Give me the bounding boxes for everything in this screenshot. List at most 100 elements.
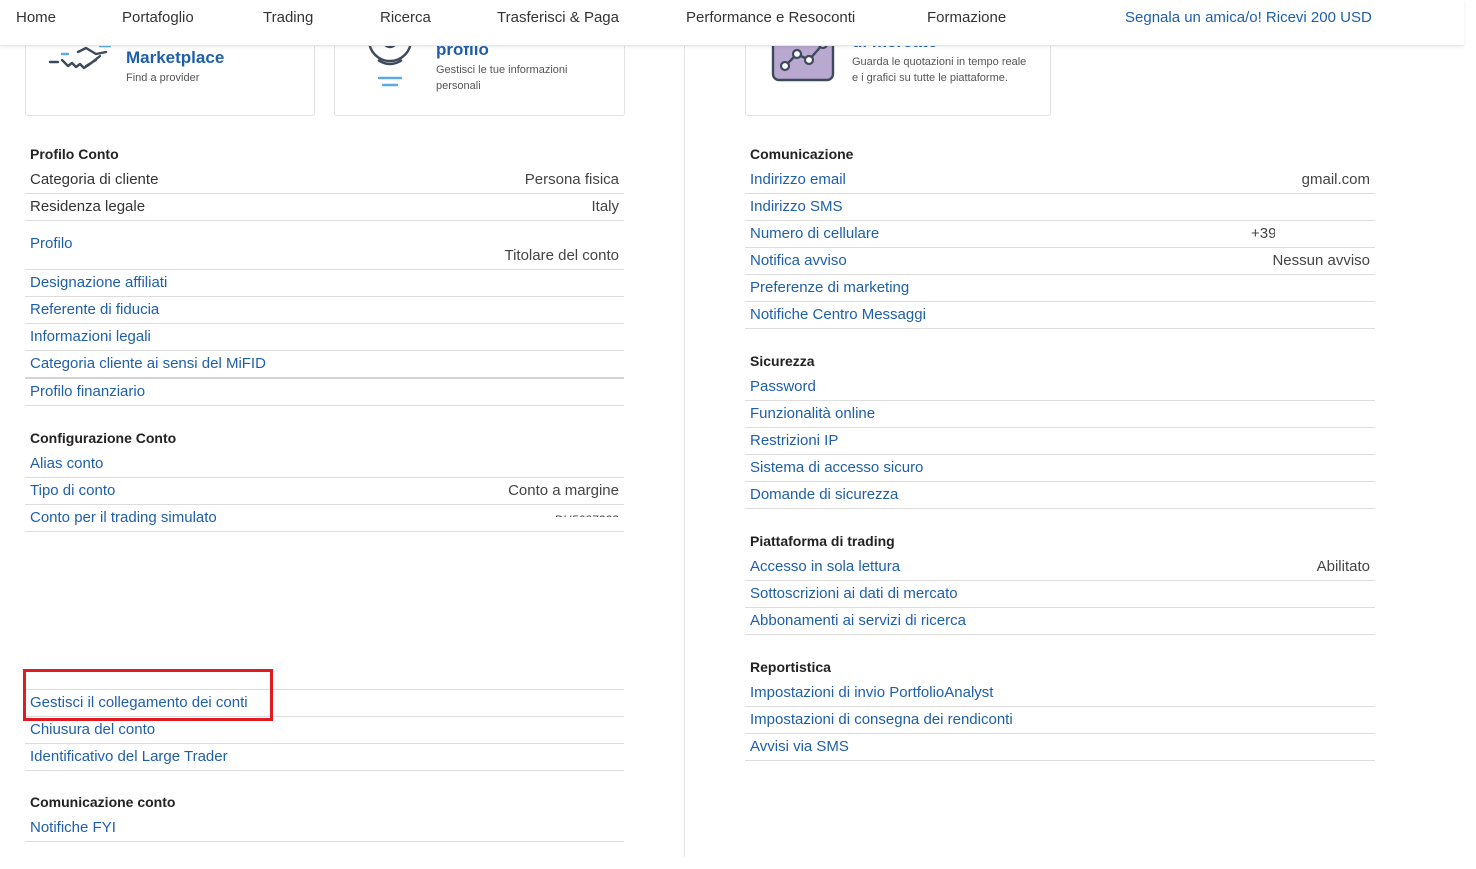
indirizzo-email-link[interactable]: Indirizzo email bbox=[750, 167, 846, 193]
abbonamenti-ricerca-link[interactable]: Abbonamenti ai servizi di ricerca bbox=[750, 608, 966, 634]
list-item: Residenza legale Italy bbox=[25, 194, 624, 221]
comunicazione-section: Comunicazione Indirizzo email gmail.com … bbox=[745, 139, 1375, 329]
list-item: Sottoscrizioni ai dati di mercato bbox=[745, 581, 1375, 608]
sicurezza-section: Sicurezza Password Funzionalità online R… bbox=[745, 346, 1375, 509]
indirizzo-sms-link[interactable]: Indirizzo SMS bbox=[750, 194, 843, 220]
notifiche-centro-messaggi-link[interactable]: Notifiche Centro Messaggi bbox=[750, 302, 926, 328]
top-navigation: Home Portafoglio Trading Ricerca Trasfer… bbox=[0, 0, 1464, 46]
notifiche-fyi-link[interactable]: Notifiche FYI bbox=[30, 815, 116, 841]
restrizioni-ip-link[interactable]: Restrizioni IP bbox=[750, 428, 838, 454]
portfolioanalyst-settings-link[interactable]: Impostazioni di invio PortfolioAnalyst bbox=[750, 680, 993, 706]
section-title: Sicurezza bbox=[750, 353, 815, 369]
section-title: Reportistica bbox=[750, 659, 831, 675]
accesso-sicuro-link[interactable]: Sistema di accesso sicuro bbox=[750, 455, 923, 481]
nav-trasferisci-paga[interactable]: Trasferisci & Paga bbox=[497, 9, 619, 26]
avvisi-sms-link[interactable]: Avvisi via SMS bbox=[750, 734, 849, 760]
nav-performance-resoconti[interactable]: Performance e Resoconti bbox=[686, 9, 855, 26]
market-card-subtitle: Guarda le quotazioni in tempo reale e i … bbox=[852, 56, 1027, 84]
email-value: gmail.com bbox=[1301, 171, 1370, 188]
referente-fiducia-link[interactable]: Referente di fiducia bbox=[30, 297, 159, 323]
column-divider bbox=[684, 45, 685, 857]
list-item: Tipo di conto Conto a margine bbox=[25, 478, 624, 505]
designazione-affiliati-link[interactable]: Designazione affiliati bbox=[30, 270, 167, 296]
list-item: Preferenze di marketing bbox=[745, 275, 1375, 302]
list-item: Accesso in sola lettura Abilitato bbox=[745, 554, 1375, 581]
nav-portafoglio[interactable]: Portafoglio bbox=[122, 9, 194, 26]
list-item: Notifica avviso Nessun avviso bbox=[745, 248, 1375, 275]
list-item: Impostazioni di consegna dei rendiconti bbox=[745, 707, 1375, 734]
nav-trading[interactable]: Trading bbox=[263, 9, 313, 26]
list-item: Gestisci il collegamento dei conti bbox=[25, 690, 624, 717]
reportistica-section: Reportistica Impostazioni di invio Portf… bbox=[745, 652, 1375, 761]
profilo-finanziario-link[interactable]: Profilo finanziario bbox=[30, 379, 145, 405]
profilo-conto-section: Profilo Conto Categoria di cliente Perso… bbox=[25, 139, 624, 406]
preferenze-marketing-link[interactable]: Preferenze di marketing bbox=[750, 275, 909, 301]
large-trader-link[interactable]: Identificativo del Large Trader bbox=[30, 744, 228, 770]
informazioni-legali-link[interactable]: Informazioni legali bbox=[30, 324, 151, 350]
list-item: Funzionalità online bbox=[745, 401, 1375, 428]
list-item: Numero di cellulare +39 bbox=[745, 221, 1375, 248]
sottoscrizioni-dati-mercato-link[interactable]: Sottoscrizioni ai dati di mercato bbox=[750, 581, 958, 607]
row-value: Conto a margine bbox=[508, 482, 619, 499]
list-item: Categoria di cliente Persona fisica bbox=[25, 167, 624, 194]
list-item: Identificativo del Large Trader bbox=[25, 744, 624, 771]
section-title: Piattaforma di trading bbox=[750, 533, 895, 549]
gestisci-collegamento-conti-link[interactable]: Gestisci il collegamento dei conti bbox=[30, 690, 248, 716]
section-title: Configurazione Conto bbox=[30, 430, 177, 446]
conto-trading-simulato-link[interactable]: Conto per il trading simulato bbox=[30, 505, 217, 531]
password-link[interactable]: Password bbox=[750, 374, 816, 400]
row-value: Italy bbox=[591, 198, 619, 215]
handshake-icon bbox=[48, 44, 112, 70]
funzionalita-online-link[interactable]: Funzionalità online bbox=[750, 401, 875, 427]
list-item: Indirizzo SMS bbox=[745, 194, 1375, 221]
list-item: Domande di sicurezza bbox=[745, 482, 1375, 509]
refer-friend-link[interactable]: Segnala un amica/o! Ricevi 200 USD bbox=[1125, 9, 1372, 26]
section-title: Comunicazione conto bbox=[30, 794, 176, 810]
marketplace-subtitle: Find a provider bbox=[126, 72, 200, 84]
domande-sicurezza-link[interactable]: Domande di sicurezza bbox=[750, 482, 898, 508]
notifica-avviso-link[interactable]: Notifica avviso bbox=[750, 248, 847, 274]
consegna-rendiconti-link[interactable]: Impostazioni di consegna dei rendiconti bbox=[750, 707, 1013, 733]
phone-value: +39 bbox=[1251, 225, 1275, 242]
piattaforma-trading-section: Piattaforma di trading Accesso in sola l… bbox=[745, 526, 1375, 635]
list-item: Referente di fiducia bbox=[25, 297, 624, 324]
row-value: Abilitato bbox=[1316, 558, 1370, 575]
list-item: Informazioni legali bbox=[25, 324, 624, 351]
nav-home[interactable]: Home bbox=[16, 9, 56, 26]
list-item: Impostazioni di invio PortfolioAnalyst bbox=[745, 680, 1375, 707]
categoria-mifid-link[interactable]: Categoria cliente ai sensi del MiFID bbox=[30, 351, 266, 377]
profilo-link[interactable]: Profilo bbox=[30, 231, 73, 257]
list-item: Alias conto bbox=[25, 451, 624, 478]
list-item: Abbonamenti ai servizi di ricerca bbox=[745, 608, 1375, 635]
nav-formazione[interactable]: Formazione bbox=[927, 9, 1006, 26]
row-value: Titolare del conto bbox=[504, 247, 619, 264]
list-item: Profilo finanziario bbox=[25, 379, 624, 406]
row-value: Nessun avviso bbox=[1272, 252, 1370, 269]
accesso-sola-lettura-link[interactable]: Accesso in sola lettura bbox=[750, 554, 900, 580]
list-item: Categoria cliente ai sensi del MiFID bbox=[25, 351, 624, 379]
list-item: Chiusura del conto bbox=[25, 717, 624, 744]
row-value: DU5087323 bbox=[555, 507, 619, 517]
chiusura-conto-link[interactable]: Chiusura del conto bbox=[30, 717, 155, 743]
profile-card-subtitle: Gestisci le tue informazioni personali bbox=[436, 64, 568, 92]
list-item: Restrizioni IP bbox=[745, 428, 1375, 455]
list-item: Avvisi via SMS bbox=[745, 734, 1375, 761]
row-label: Categoria di cliente bbox=[30, 171, 159, 188]
list-item: Notifiche FYI bbox=[25, 815, 624, 842]
list-item: Indirizzo email gmail.com bbox=[745, 167, 1375, 194]
list-item: Notifiche Centro Messaggi bbox=[745, 302, 1375, 329]
list-item: Conto per il trading simulato DU5087323 bbox=[25, 505, 624, 532]
nav-ricerca[interactable]: Ricerca bbox=[380, 9, 431, 26]
numero-cellulare-link[interactable]: Numero di cellulare bbox=[750, 221, 879, 247]
list-item: Profilo Titolare del conto bbox=[25, 221, 624, 270]
tipo-conto-link[interactable]: Tipo di conto bbox=[30, 478, 115, 504]
section-title: Profilo Conto bbox=[30, 146, 119, 162]
row-value: Persona fisica bbox=[524, 171, 619, 188]
list-item: Designazione affiliati bbox=[25, 270, 624, 297]
row-label: Residenza legale bbox=[30, 198, 146, 215]
gestione-conto-section: Gestisci il collegamento dei conti Chius… bbox=[25, 689, 624, 771]
list-item: Password bbox=[745, 374, 1375, 401]
section-title: Comunicazione bbox=[750, 146, 854, 162]
alias-conto-link[interactable]: Alias conto bbox=[30, 451, 103, 477]
comunicazione-conto-section: Comunicazione conto Notifiche FYI bbox=[25, 787, 624, 842]
